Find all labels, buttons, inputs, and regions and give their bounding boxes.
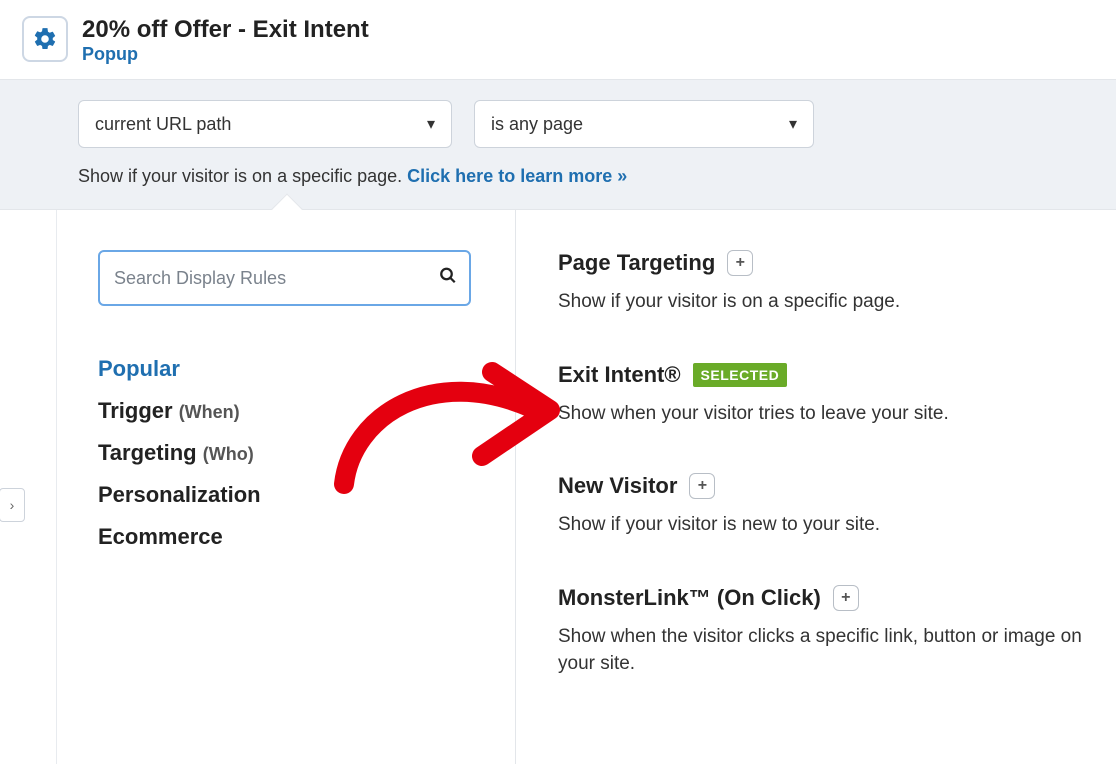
rule-description: Show when your visitor tries to leave yo… <box>558 400 1086 428</box>
campaign-title: 20% off Offer - Exit Intent <box>82 16 369 44</box>
category-note: (Who) <box>203 444 254 464</box>
chevron-down-icon: ▾ <box>789 114 797 134</box>
rule-description: Show if your visitor is on a specific pa… <box>558 288 1086 316</box>
rule-title: New Visitor <box>558 473 677 499</box>
selected-badge: SELECTED <box>693 363 788 387</box>
rule-title: MonsterLink™ (On Click) <box>558 585 821 611</box>
rule-head: MonsterLink™ (On Click) + <box>558 585 1086 611</box>
rule-head: New Visitor + <box>558 473 1086 499</box>
operator-select[interactable]: is any page ▾ <box>474 100 814 148</box>
content-area: Popular Trigger (When) Targeting (Who) Per… <box>0 210 1116 764</box>
gear-icon <box>32 26 58 52</box>
add-rule-button[interactable]: + <box>833 585 859 611</box>
rules-sidebar: Popular Trigger (When) Targeting (Who) Per… <box>0 210 516 764</box>
filter-description: Show if your visitor is on a specific pa… <box>78 166 1096 187</box>
rule-head: Exit Intent® SELECTED <box>558 362 1086 388</box>
condition-value: current URL path <box>95 114 231 135</box>
header-bar: 20% off Offer - Exit Intent Popup <box>0 0 1116 80</box>
search-wrap <box>98 250 471 306</box>
category-item[interactable]: Personalization <box>98 482 471 508</box>
panel-toggle[interactable]: › <box>0 488 25 522</box>
rule-description: Show when the visitor clicks a specific … <box>558 623 1086 678</box>
rule-head: Page Targeting + <box>558 250 1086 276</box>
header-titles: 20% off Offer - Exit Intent Popup <box>82 16 369 65</box>
add-rule-button[interactable]: + <box>727 250 753 276</box>
condition-select[interactable]: current URL path ▾ <box>78 100 452 148</box>
rule-item[interactable]: Page Targeting + Show if your visitor is o… <box>558 250 1086 316</box>
category-item[interactable]: Trigger (When) <box>98 398 471 424</box>
rule-item[interactable]: Exit Intent® SELECTED Show when your visit… <box>558 362 1086 428</box>
operator-value: is any page <box>491 114 583 135</box>
category-item[interactable]: Ecommerce <box>98 524 471 550</box>
rule-description: Show if your visitor is new to your site… <box>558 511 1086 539</box>
add-rule-button[interactable]: + <box>689 473 715 499</box>
search-icon <box>439 267 457 290</box>
filter-desc-text: Show if your visitor is on a specific pa… <box>78 166 407 186</box>
rule-item[interactable]: MonsterLink™ (On Click) + Show when the vi… <box>558 585 1086 678</box>
filter-bar: current URL path ▾ is any page ▾ Show if… <box>0 80 1116 210</box>
category-item[interactable]: Targeting (Who) <box>98 440 471 466</box>
search-input[interactable] <box>98 250 471 306</box>
learn-more-link[interactable]: Click here to learn more » <box>407 166 627 186</box>
rules-list: Page Targeting + Show if your visitor is o… <box>516 210 1116 764</box>
chevron-right-icon: › <box>10 497 15 513</box>
category-list: Popular Trigger (When) Targeting (Who) Per… <box>98 356 471 550</box>
rule-title: Exit Intent® <box>558 362 681 388</box>
settings-icon-button[interactable] <box>22 16 68 62</box>
category-item[interactable]: Popular <box>98 356 471 382</box>
filter-row: current URL path ▾ is any page ▾ <box>78 100 1096 148</box>
rule-title: Page Targeting <box>558 250 715 276</box>
rule-item[interactable]: New Visitor + Show if your visitor is new … <box>558 473 1086 539</box>
chevron-down-icon: ▾ <box>427 114 435 134</box>
category-note: (When) <box>179 402 240 422</box>
campaign-type[interactable]: Popup <box>82 44 369 65</box>
